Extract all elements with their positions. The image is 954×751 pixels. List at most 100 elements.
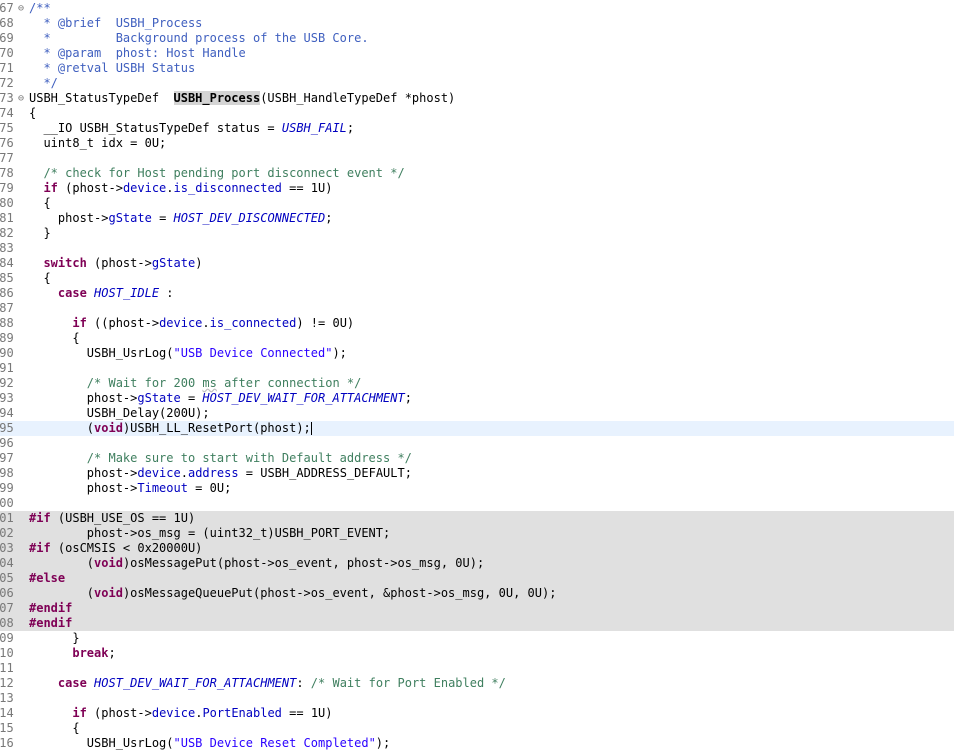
code-line[interactable]: 496 xyxy=(0,436,954,451)
code-line[interactable]: 516 USBH_UsrLog("USB Device Reset Comple… xyxy=(0,736,954,751)
code-line[interactable]: 476 uint8_t idx = 0U; xyxy=(0,136,954,151)
code-token: #endif xyxy=(29,601,73,615)
code-text: USBH_Delay(200U); xyxy=(29,406,210,421)
code-token: if xyxy=(72,706,87,720)
code-line[interactable]: 504 (void)osMessagePut(phost->os_event, … xyxy=(0,556,954,571)
line-number: 505 xyxy=(0,571,14,585)
code-text: USBH_UsrLog("USB Device Connected"); xyxy=(29,346,347,361)
code-line[interactable]: 469 * Background process of the USB Core… xyxy=(0,31,954,46)
code-line[interactable]: 511 xyxy=(0,661,954,676)
code-token: HOST_DEV_WAIT_FOR_ATTACHMENT xyxy=(202,391,405,405)
code-line[interactable]: 495 (void)USBH_LL_ResetPort(phost); xyxy=(0,421,954,436)
code-line[interactable]: 488 if ((phost->device.is_connected) != … xyxy=(0,316,954,331)
code-text: phost->gState = HOST_DEV_DISCONNECTED; xyxy=(29,211,333,226)
code-token: = xyxy=(180,391,203,405)
code-token: phost->os_msg = (uint32_t)USBH_PORT_EVEN… xyxy=(29,526,391,540)
code-text: } xyxy=(29,631,79,646)
code-line[interactable]: 510 break; xyxy=(0,646,954,661)
code-line[interactable]: 508 #endif xyxy=(0,616,954,631)
code-token: phost-> xyxy=(29,391,138,405)
code-line[interactable]: 474 { xyxy=(0,106,954,121)
code-line[interactable]: 484 switch (phost->gState) xyxy=(0,256,954,271)
code-line[interactable]: 492 /* Wait for 200 ms after connection … xyxy=(0,376,954,391)
code-line[interactable]: 513 xyxy=(0,691,954,706)
code-line[interactable]: 497 /* Make sure to start with Default a… xyxy=(0,451,954,466)
code-line[interactable]: 514 if (phost->device.PortEnabled == 1U) xyxy=(0,706,954,721)
code-line[interactable]: 490 USBH_UsrLog("USB Device Connected"); xyxy=(0,346,954,361)
code-token: : xyxy=(296,676,311,690)
code-line[interactable]: 481 phost->gState = HOST_DEV_DISCONNECTE… xyxy=(0,211,954,226)
code-line[interactable]: 505 #else xyxy=(0,571,954,586)
code-token: is_disconnected xyxy=(173,181,282,195)
code-token: { xyxy=(29,271,51,285)
code-token: )osMessageQueuePut(phost->os_event, &pho… xyxy=(122,586,557,600)
code-token: ( xyxy=(29,586,95,600)
code-line[interactable]: 473⊖USBH_StatusTypeDef USBH_Process(USBH… xyxy=(0,91,954,106)
code-line[interactable]: 506 (void)osMessageQueuePut(phost->os_ev… xyxy=(0,586,954,601)
code-token: { xyxy=(29,196,51,210)
code-line[interactable]: 478 /* check for Host pending port disco… xyxy=(0,166,954,181)
code-line[interactable]: 480 { xyxy=(0,196,954,211)
code-line[interactable]: 491 xyxy=(0,361,954,376)
code-line[interactable]: 509 } xyxy=(0,631,954,646)
code-line[interactable]: 475 __IO USBH_StatusTypeDef status = USB… xyxy=(0,121,954,136)
line-number: 485 xyxy=(0,271,14,285)
code-line[interactable]: 477 xyxy=(0,151,954,166)
code-line[interactable]: 470 * @param phost: Host Handle xyxy=(0,46,954,61)
code-token: (phost-> xyxy=(86,256,152,270)
code-editor[interactable]: 467⊖/**468 * @brief USBH_Process469 * Ba… xyxy=(0,0,954,750)
code-line[interactable]: 467⊖/** xyxy=(0,1,954,16)
code-text: phost->os_msg = (uint32_t)USBH_PORT_EVEN… xyxy=(29,526,390,541)
code-text: #endif xyxy=(29,616,72,631)
code-token: address xyxy=(187,466,239,480)
code-token: after connection */ xyxy=(216,376,362,390)
code-line[interactable]: 493 phost->gState = HOST_DEV_WAIT_FOR_AT… xyxy=(0,391,954,406)
code-line[interactable]: 499 phost->Timeout = 0U; xyxy=(0,481,954,496)
code-line[interactable]: 468 * @brief USBH_Process xyxy=(0,16,954,31)
code-text: /* check for Host pending port disconnec… xyxy=(29,166,404,181)
code-line[interactable]: 471 * @retval USBH Status xyxy=(0,61,954,76)
code-line[interactable]: 472 */ xyxy=(0,76,954,91)
code-line[interactable]: 486 case HOST_IDLE : xyxy=(0,286,954,301)
code-token: (USBH_HandleTypeDef *phost) xyxy=(260,91,456,105)
line-number: 514 xyxy=(0,706,14,720)
code-line[interactable]: 487 xyxy=(0,301,954,316)
code-text: case HOST_DEV_WAIT_FOR_ATTACHMENT: /* Wa… xyxy=(29,676,506,691)
code-line[interactable]: 479 if (phost->device.is_disconnected ==… xyxy=(0,181,954,196)
code-token: device xyxy=(122,181,167,195)
fold-toggle-icon[interactable]: ⊖ xyxy=(18,91,28,106)
code-line[interactable]: 503 #if (osCMSIS < 0x20000U) xyxy=(0,541,954,556)
line-number: 499 xyxy=(0,481,14,495)
fold-toggle-icon[interactable]: ⊖ xyxy=(18,1,28,16)
code-line[interactable]: 515 { xyxy=(0,721,954,736)
code-text: * @brief USBH_Process xyxy=(29,16,202,31)
code-token: } xyxy=(29,226,51,240)
code-line[interactable]: 512 case HOST_DEV_WAIT_FOR_ATTACHMENT: /… xyxy=(0,676,954,691)
code-line[interactable]: 483 xyxy=(0,241,954,256)
code-line[interactable]: 500 xyxy=(0,496,954,511)
line-number: 512 xyxy=(0,676,14,690)
code-token: #if xyxy=(29,541,51,555)
code-token: void xyxy=(94,421,123,435)
code-line[interactable]: 494 USBH_Delay(200U); xyxy=(0,406,954,421)
code-line[interactable]: 489 { xyxy=(0,331,954,346)
code-line[interactable]: 501 #if (USBH_USE_OS == 1U) xyxy=(0,511,954,526)
code-line[interactable]: 498 phost->device.address = USBH_ADDRESS… xyxy=(0,466,954,481)
code-line[interactable]: 502 phost->os_msg = (uint32_t)USBH_PORT_… xyxy=(0,526,954,541)
code-text: { xyxy=(29,331,79,346)
code-token: * @param phost: Host Handle xyxy=(29,46,246,60)
code-line[interactable]: 507 #endif xyxy=(0,601,954,616)
code-line[interactable]: 482 } xyxy=(0,226,954,241)
code-token: . xyxy=(180,466,188,480)
code-line[interactable]: 485 { xyxy=(0,271,954,286)
line-number: 500 xyxy=(0,496,14,510)
code-token: device xyxy=(151,706,196,720)
code-token: "USB Device Reset Completed" xyxy=(173,736,376,750)
line-number: 474 xyxy=(0,106,14,120)
code-text: __IO USBH_StatusTypeDef status = USBH_FA… xyxy=(29,121,354,136)
